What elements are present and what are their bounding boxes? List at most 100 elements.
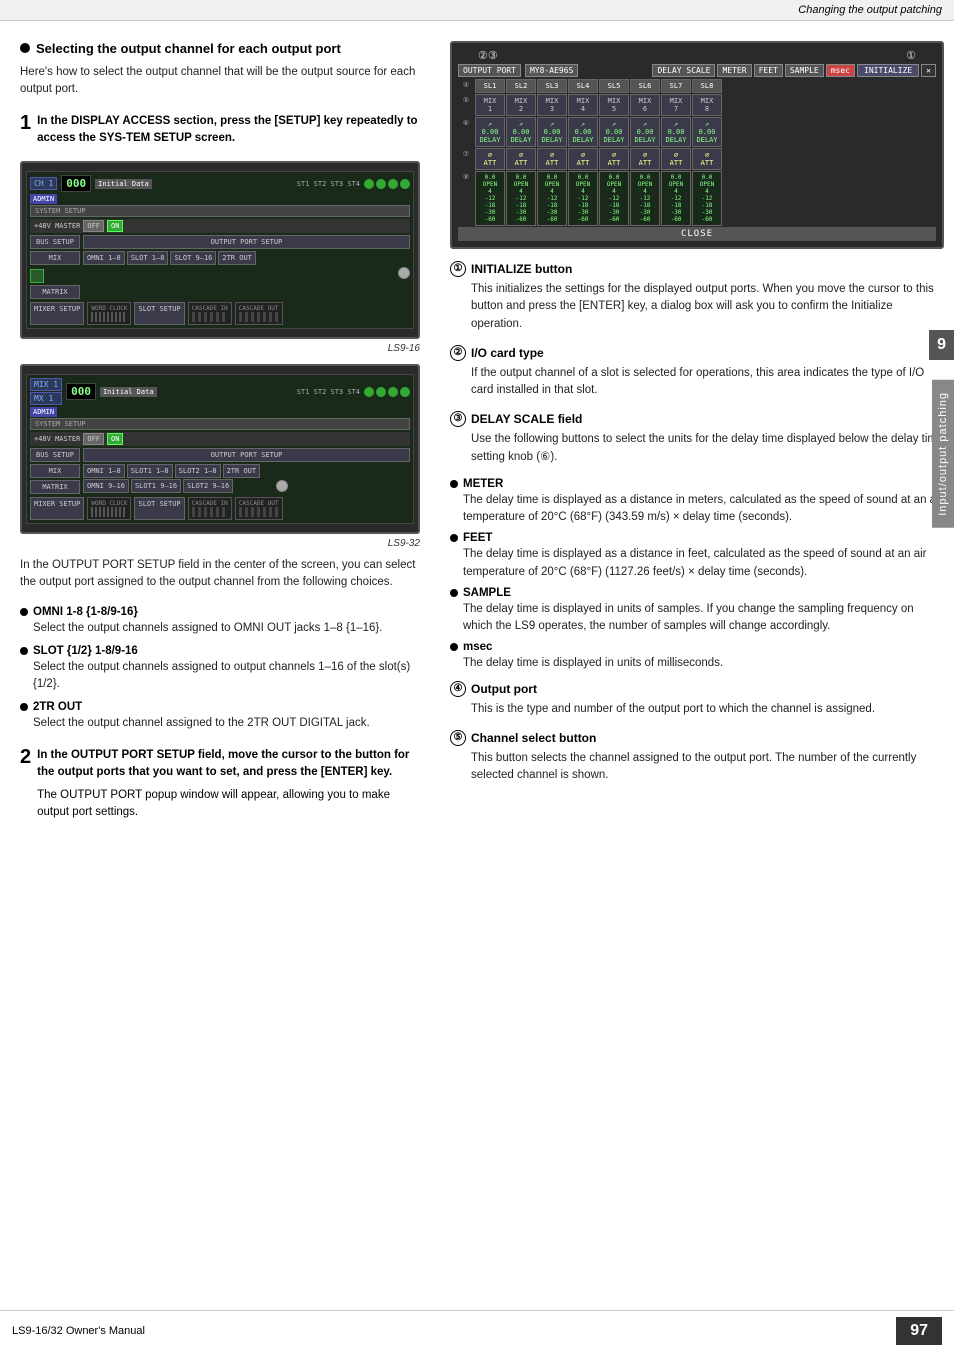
mix-7[interactable]: MIX7 bbox=[661, 94, 691, 116]
device2-data: Initial Data bbox=[100, 387, 157, 397]
fader-2[interactable]: 0.0OPEN4-12-18-30-60 bbox=[506, 171, 536, 226]
device1-slot2[interactable]: SLOT 9–16 bbox=[170, 251, 216, 265]
device1-cascade-out: CASCADE OUT bbox=[235, 302, 283, 325]
close-x[interactable]: ✕ bbox=[921, 64, 936, 77]
anno1-circle: ① bbox=[450, 261, 466, 277]
page-footer: LS9-16/32 Owner's Manual 97 bbox=[0, 1310, 954, 1351]
device1-master: +48V MASTER OFF ON bbox=[30, 219, 410, 233]
device2-omni[interactable]: OMNI 1–8 bbox=[83, 464, 125, 478]
device1-screen: CH 1 000 Initial Data ST1 ST2 ST3 ST4 AD… bbox=[26, 171, 414, 329]
delay-3: ↗0.00DELAY bbox=[537, 117, 567, 147]
device1-slot1[interactable]: SLOT 1–8 bbox=[127, 251, 169, 265]
anno3-title: DELAY SCALE field bbox=[471, 412, 582, 426]
phase-6[interactable]: ∅ATT bbox=[630, 148, 660, 170]
anno2-body: If the output channel of a slot is selec… bbox=[450, 365, 944, 400]
phase-5[interactable]: ∅ATT bbox=[599, 148, 629, 170]
delay-1: ↗0.00DELAY bbox=[475, 117, 505, 147]
device1-omni[interactable]: OMNI 1–8 bbox=[83, 251, 125, 265]
initialize-btn[interactable]: INITIALIZE bbox=[857, 64, 919, 77]
anno3-body: Use the following buttons to select the … bbox=[450, 431, 944, 466]
msec-label[interactable]: msec bbox=[826, 64, 855, 77]
device1-mix[interactable]: MIX bbox=[30, 251, 80, 265]
circle-3: ③ bbox=[488, 49, 498, 62]
device2-admin: ADMIN bbox=[30, 407, 57, 417]
anno5-title: Channel select button bbox=[471, 731, 596, 745]
device2-screen: MIX 1 MX 1 000 Initial Data ST1 ST2 ST3 … bbox=[26, 374, 414, 524]
device1-admin: ADMIN bbox=[30, 194, 57, 204]
mix-6[interactable]: MIX6 bbox=[630, 94, 660, 116]
omni-body: Select the output channels assigned to O… bbox=[20, 620, 420, 637]
device2-slot2[interactable]: SLOT2 1–8 bbox=[175, 464, 221, 478]
feet-title: FEET bbox=[463, 532, 492, 544]
phase-8[interactable]: ∅ATT bbox=[692, 148, 722, 170]
slot-item: SLOT {1/2} 1-8/9-16 Select the output ch… bbox=[20, 645, 420, 694]
device1-circle-icon bbox=[398, 267, 410, 279]
meter-label[interactable]: METER bbox=[717, 64, 751, 77]
device2-matrix[interactable]: MATRIX bbox=[30, 480, 80, 494]
ch-header-2: SL2 bbox=[506, 79, 536, 93]
mix-3[interactable]: MIX3 bbox=[537, 94, 567, 116]
device2-slot1[interactable]: SLOT1 1–8 bbox=[127, 464, 173, 478]
feet-label[interactable]: FEET bbox=[754, 64, 783, 77]
device2-word-clock: WORD CLOCK bbox=[87, 497, 131, 520]
omni-bullet bbox=[20, 608, 28, 616]
device1-fader1 bbox=[30, 269, 44, 283]
ch-header-8: SL8 bbox=[692, 79, 722, 93]
phase-4[interactable]: ∅ATT bbox=[568, 148, 598, 170]
close-bar[interactable]: CLOSE bbox=[458, 227, 936, 241]
fader-8[interactable]: 0.0OPEN4-12-18-30-60 bbox=[692, 171, 722, 226]
device2-slot2b[interactable]: SLOT2 9–16 bbox=[183, 479, 233, 493]
mix-2[interactable]: MIX2 bbox=[506, 94, 536, 116]
device2-mix[interactable]: MIX bbox=[30, 464, 80, 478]
device2-ch2: MX 1 bbox=[30, 392, 62, 405]
annotation-2: ② I/O card type If the output channel of… bbox=[450, 345, 944, 400]
top-header: Changing the output patching bbox=[0, 0, 954, 21]
device2-mixer-setup: MIXER SETUP WORD CLOCK SLOT SETUP CASCAD… bbox=[30, 497, 410, 520]
step2-content: In the OUTPUT PORT SETUP field, move the… bbox=[37, 747, 420, 822]
anno1-body: This initializes the settings for the di… bbox=[450, 281, 944, 333]
fader-4[interactable]: 0.0OPEN4-12-18-30-60 bbox=[568, 171, 598, 226]
sub-sample: SAMPLE The delay time is displayed in un… bbox=[450, 587, 944, 636]
device2-omni2[interactable]: OMNI 9–16 bbox=[83, 479, 129, 493]
device1-2tr[interactable]: 2TR OUT bbox=[218, 251, 256, 265]
device2-slot1b[interactable]: SLOT1 9–16 bbox=[131, 479, 181, 493]
device2-mixer-label: MIXER SETUP bbox=[30, 497, 84, 520]
sample-dot bbox=[450, 589, 458, 597]
device2-off-btn[interactable]: OFF bbox=[83, 433, 104, 445]
device2-2tr[interactable]: 2TR OUT bbox=[223, 464, 261, 478]
device2-num: 000 bbox=[66, 383, 96, 400]
mix-4[interactable]: MIX4 bbox=[568, 94, 598, 116]
device2-on-btn[interactable]: ON bbox=[107, 433, 123, 445]
phase-3[interactable]: ∅ATT bbox=[537, 148, 567, 170]
output-port-badge: OUTPUT PORT bbox=[458, 64, 521, 77]
phase-1[interactable]: ∅ATT bbox=[475, 148, 505, 170]
device1-word-clock: WORD CLOCK bbox=[87, 302, 131, 325]
device1-matrix[interactable]: MATRIX bbox=[30, 285, 80, 299]
fader-1[interactable]: 0.0OPEN4-12-18-30-60 bbox=[475, 171, 505, 226]
phase-7[interactable]: ∅ATT bbox=[661, 148, 691, 170]
mix-1[interactable]: MIX1 bbox=[475, 94, 505, 116]
sub-meter: METER The delay time is displayed as a d… bbox=[450, 478, 944, 527]
device1-bus-setup: BUS SETUP bbox=[30, 235, 80, 249]
delay-7: ↗0.00DELAY bbox=[661, 117, 691, 147]
fader-7[interactable]: 0.0OPEN4-12-18-30-60 bbox=[661, 171, 691, 226]
device1-on-btn[interactable]: ON bbox=[107, 220, 123, 232]
device2-slot-setup: SLOT SETUP bbox=[134, 497, 184, 520]
sample-label[interactable]: SAMPLE bbox=[785, 64, 824, 77]
phase-2[interactable]: ∅ATT bbox=[506, 148, 536, 170]
header-title: Changing the output patching bbox=[798, 4, 942, 16]
ch-header-3: SL3 bbox=[537, 79, 567, 93]
fader-5[interactable]: 0.0OPEN4-12-18-30-60 bbox=[599, 171, 629, 226]
tr-body: Select the output channel assigned to th… bbox=[20, 715, 420, 732]
device1-off-btn[interactable]: OFF bbox=[83, 220, 104, 232]
fader-6[interactable]: 0.0OPEN4-12-18-30-60 bbox=[630, 171, 660, 226]
delay-2: ↗0.00DELAY bbox=[506, 117, 536, 147]
device1-mixer-setup: MIXER SETUP WORD CLOCK SLOT SETUP CASCAD… bbox=[30, 302, 410, 325]
intro-text: Here's how to select the output channel … bbox=[20, 64, 420, 99]
mix-8[interactable]: MIX8 bbox=[692, 94, 722, 116]
anno1-title: INITIALIZE button bbox=[471, 262, 572, 276]
device1-bus-output: BUS SETUP MIX MATRIX OUTPUT PORT SETUP O… bbox=[30, 235, 410, 299]
fader-3[interactable]: 0.0OPEN4-12-18-30-60 bbox=[537, 171, 567, 226]
annotation-5: ⑤ Channel select button This button sele… bbox=[450, 730, 944, 785]
mix-5[interactable]: MIX5 bbox=[599, 94, 629, 116]
